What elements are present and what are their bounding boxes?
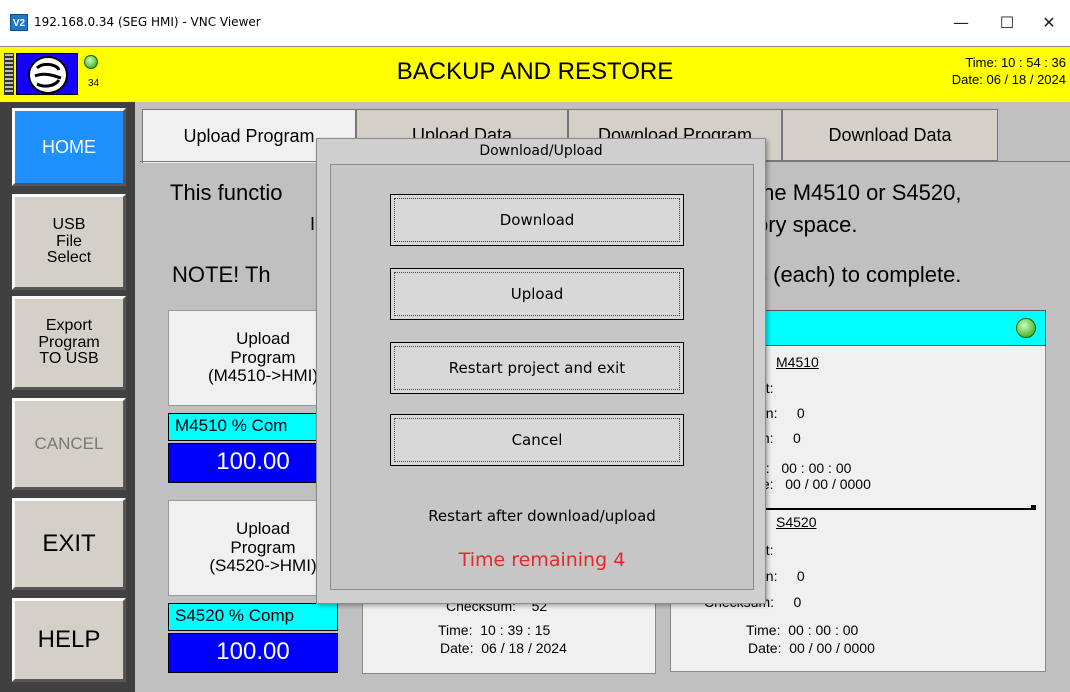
upload-time: Time: 10 : 39 : 15: [438, 622, 551, 638]
nav-usb-file-select-button[interactable]: USB File Select: [12, 194, 126, 290]
close-window-button[interactable]: ✕: [1026, 0, 1070, 46]
dialog-restart-button[interactable]: Restart project and exit: [390, 342, 684, 394]
description-line1-left: This functio: [170, 180, 283, 205]
s4520-status-title: S4520: [776, 514, 817, 530]
upload-date: Date: 06 / 18 / 2024: [440, 640, 567, 656]
minimize-button[interactable]: —: [938, 0, 984, 46]
note-line-left: NOTE! Th: [172, 262, 271, 287]
hmi-bottom-strip: [135, 684, 1070, 692]
m4510-status-date: te: 00 / 00 / 0000: [758, 476, 871, 492]
description-line1-right: the M4510 or S4520,: [756, 180, 962, 205]
vnc-app-icon: V2: [10, 14, 28, 31]
s4520-percent-value: 100.00: [168, 633, 338, 673]
header-date: Date: 06 / 18 / 2024: [951, 72, 1066, 87]
hmi-header: 34 BACKUP AND RESTORE Time: 10 : 54 : 36…: [0, 46, 1070, 102]
nav-exit-button[interactable]: EXIT: [12, 498, 126, 590]
m4510-status-time: e: 00 : 00 : 00: [758, 460, 852, 476]
dialog-countdown: Time remaining 4: [458, 549, 626, 571]
nav-cancel-button[interactable]: CANCEL: [12, 398, 126, 490]
dialog-cancel-button[interactable]: Cancel: [390, 414, 684, 466]
dialog-download-button[interactable]: Download: [390, 194, 684, 246]
status-divider-end: [1031, 505, 1036, 510]
m4510-percent-label: M4510 % Com: [168, 413, 338, 441]
dialog-upload-button[interactable]: Upload: [390, 268, 684, 320]
tab-download-data[interactable]: Download Data: [782, 109, 998, 161]
description-line2-left: I: [310, 214, 316, 234]
dialog-title: Download/Upload: [479, 143, 603, 159]
s4520-percent-label: S4520 % Comp: [168, 603, 338, 631]
maximize-button[interactable]: ☐: [984, 0, 1030, 46]
nav-export-program-button[interactable]: Export Program TO USB: [12, 296, 126, 390]
s4520-status-time: Time: 00 : 00 : 00: [746, 622, 859, 638]
description-line2-right: ory space.: [756, 212, 858, 237]
dialog-info-text: Restart after download/upload: [428, 507, 656, 525]
status-ok-led: [1016, 318, 1036, 338]
s4520-status-date: Date: 00 / 00 / 0000: [748, 640, 875, 656]
header-time: Time: 10 : 54 : 36: [965, 55, 1066, 70]
nav-home-button[interactable]: HOME: [12, 108, 126, 186]
note-line-right: s (each) to complete.: [756, 262, 962, 287]
nav-help-button[interactable]: HELP: [12, 598, 126, 682]
m4510-percent-value: 100.00: [168, 443, 338, 483]
m4510-status-title: M4510: [776, 354, 819, 370]
page-title: BACKUP AND RESTORE: [396, 58, 674, 85]
window-title: 192.168.0.34 (SEG HMI) - VNC Viewer: [34, 15, 261, 29]
